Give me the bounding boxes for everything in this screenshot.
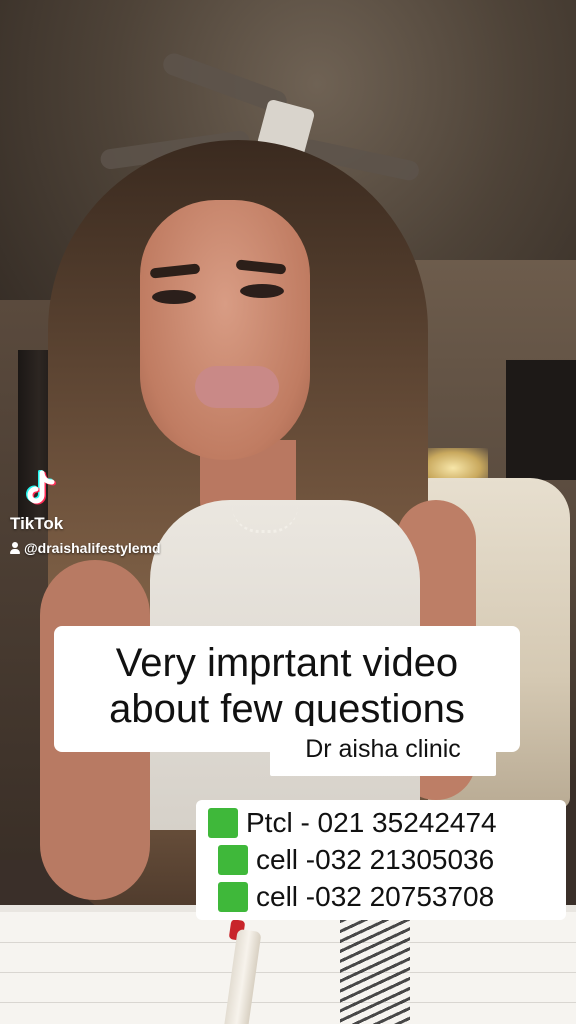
face <box>140 200 310 460</box>
contact-text: Ptcl - 021 35242474 <box>246 807 497 838</box>
right-eye <box>240 284 284 298</box>
notebook <box>0 912 576 1024</box>
green-square-icon <box>218 881 248 912</box>
tiktok-brand-label: TikTok <box>10 514 64 533</box>
caption-line-1: Very imprtant video <box>115 641 459 685</box>
user-icon <box>10 542 20 554</box>
dark-window <box>506 360 576 480</box>
contact-text: cell -032 20753708 <box>256 881 495 912</box>
tiktok-logo-icon <box>26 470 56 505</box>
clinic-label: Dr aisha clinic <box>270 726 496 776</box>
contact-row-cell-1: cell -032 21305036 <box>196 841 566 878</box>
creator-handle: @draishalifestylemd <box>10 540 161 556</box>
contact-row-cell-2: cell -032 20753708 <box>196 878 566 915</box>
green-square-icon <box>218 844 248 875</box>
contact-text: cell -032 21305036 <box>256 844 495 875</box>
contact-list: Ptcl - 021 35242474 cell -032 21305036 c… <box>196 800 566 920</box>
notebook-spiral <box>340 920 410 1024</box>
lips <box>195 366 279 408</box>
contact-row-ptcl: Ptcl - 021 35242474 <box>196 804 566 841</box>
creator-handle-text: @draishalifestylemd <box>24 540 161 556</box>
left-eye <box>152 290 196 304</box>
green-square-icon <box>208 807 238 838</box>
